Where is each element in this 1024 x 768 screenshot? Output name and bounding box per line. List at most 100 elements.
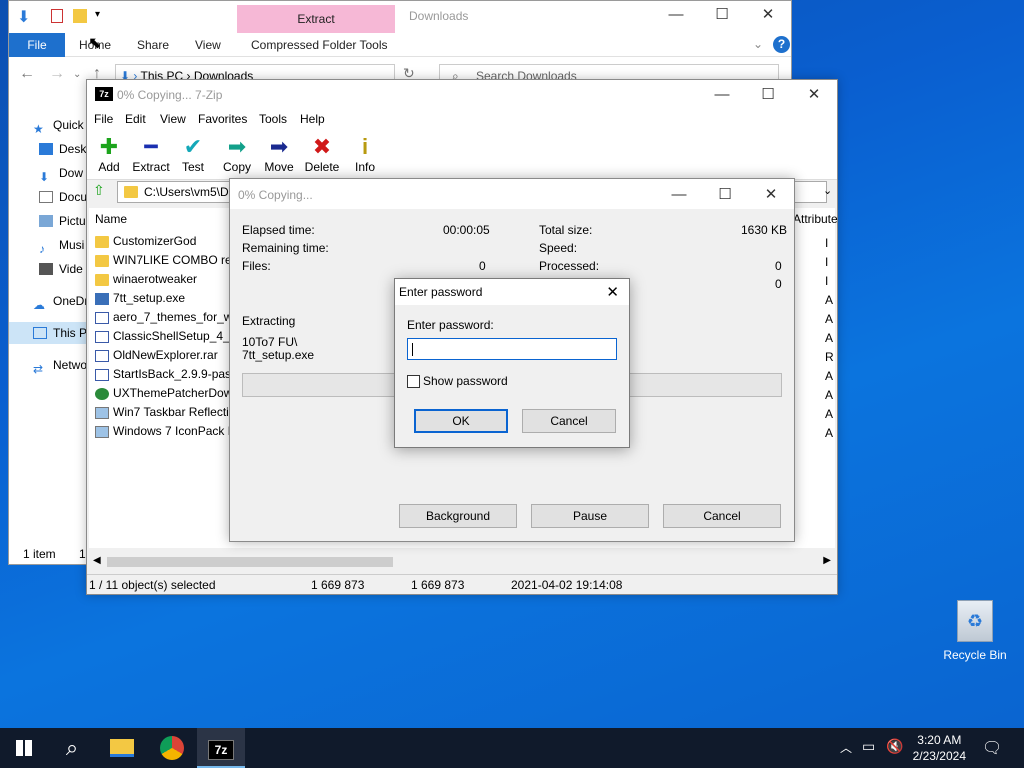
show-password-label[interactable]: Show password <box>423 374 508 388</box>
close-button[interactable]: ✕ <box>745 5 791 23</box>
file-row[interactable]: OldNewExplorer.rar <box>95 346 218 365</box>
nav-item-music[interactable]: ♪ Musi <box>39 235 84 256</box>
add-button[interactable]: ✚ Add <box>87 134 131 174</box>
cancel-copy-button[interactable]: Cancel <box>663 504 781 528</box>
properties-icon[interactable] <box>51 9 63 23</box>
password-label: Enter password: <box>407 318 494 332</box>
ok-button[interactable]: OK <box>414 409 508 433</box>
file-row[interactable]: StartIsBack_2.9.9-pass1 <box>95 365 244 384</box>
file-row[interactable]: CustomizerGod <box>95 232 196 251</box>
tab-file[interactable]: File <box>9 33 65 57</box>
chrome-taskbar-button[interactable] <box>148 728 196 768</box>
scroll-right-icon[interactable]: ▶ <box>823 555 831 566</box>
folder-icon <box>110 739 134 757</box>
help-icon[interactable]: ? <box>773 36 790 53</box>
file-name: Win7 Taskbar Reflection <box>113 405 243 419</box>
extracting-label: Extracting <box>242 314 296 328</box>
tool-label: Move <box>264 160 294 174</box>
tab-share[interactable]: Share <box>137 33 169 57</box>
file-row[interactable]: UXThemePatcherDown <box>95 384 239 403</box>
minus-icon: ━ <box>144 134 158 159</box>
nav-item-network[interactable]: ⇄ Netwo <box>33 355 87 376</box>
7zip-taskbar-button[interactable]: 7z <box>197 728 245 768</box>
network-tray-icon[interactable]: ▭ <box>862 738 875 755</box>
attr-cell: A <box>825 407 834 421</box>
back-arrow-icon[interactable]: ← <box>19 65 35 83</box>
ribbon-expand-icon[interactable]: ⌄ <box>753 37 763 51</box>
file-row[interactable]: Windows 7 IconPack B <box>95 422 236 441</box>
extract-path-file: 7tt_setup.exe <box>242 348 315 362</box>
scroll-left-icon[interactable]: ◀ <box>93 555 101 566</box>
recycle-bin-desktop-icon[interactable]: Recycle Bin <box>942 600 1008 662</box>
file-row[interactable]: Win7 Taskbar Reflection <box>95 403 242 422</box>
close-button[interactable]: ✕ <box>791 85 837 103</box>
column-header-name[interactable]: Name <box>95 212 127 226</box>
maximize-button[interactable]: ☐ <box>702 185 748 203</box>
cancel-button[interactable]: Cancel <box>522 409 616 433</box>
download-arrow-icon[interactable]: ⬇ <box>17 7 30 27</box>
file-name: Windows 7 IconPack B <box>113 424 236 438</box>
column-header-attributes[interactable]: Attribute <box>793 212 838 226</box>
menu-view[interactable]: View <box>160 112 186 126</box>
background-button[interactable]: Background <box>399 504 517 528</box>
globe-icon <box>95 387 109 400</box>
nav-label: Pictu <box>59 214 86 228</box>
info-button[interactable]: i Info <box>343 134 387 174</box>
scrollbar-thumb[interactable] <box>107 557 393 567</box>
file-row[interactable]: aero_7_themes_for_win <box>95 308 242 327</box>
notifications-icon[interactable]: 🗨 <box>982 738 1002 758</box>
delete-button[interactable]: ✖ Delete <box>300 134 344 174</box>
menu-tools[interactable]: Tools <box>259 112 287 126</box>
nav-item-downloads[interactable]: ⬇ Dow <box>39 163 83 184</box>
rar-icon <box>95 330 109 343</box>
tray-chevron-icon[interactable]: ︿ <box>840 739 852 756</box>
show-password-checkbox[interactable] <box>407 375 420 388</box>
tab-view[interactable]: View <box>195 33 221 57</box>
maximize-button[interactable]: ☐ <box>699 5 745 23</box>
path-dropdown-icon[interactable]: ⌄ <box>823 184 832 197</box>
nav-label: Quick <box>53 118 84 132</box>
close-icon[interactable]: ✕ <box>606 283 619 301</box>
file-row[interactable]: WIN7LIKE COMBO rev0 <box>95 251 244 270</box>
chrome-icon <box>160 736 184 760</box>
file-row[interactable]: 7tt_setup.exe <box>95 289 185 308</box>
file-explorer-taskbar-button[interactable] <box>98 728 146 768</box>
tab-compressed-folder-tools[interactable]: Compressed Folder Tools <box>251 33 388 57</box>
recent-dropdown-icon[interactable]: ⌄ <box>73 69 81 80</box>
volume-muted-icon[interactable]: 🔇 <box>886 738 903 755</box>
start-button[interactable] <box>0 728 48 768</box>
maximize-button[interactable]: ☐ <box>745 85 791 103</box>
horizontal-scrollbar[interactable]: ◀ ▶ <box>89 554 835 570</box>
password-input[interactable] <box>407 338 617 360</box>
quick-access-dropdown-icon[interactable]: ▾ <box>95 9 100 20</box>
file-row[interactable]: winaerotweaker <box>95 270 197 289</box>
nav-item-desktop[interactable]: Desk <box>39 139 86 159</box>
attr-cell: A <box>825 369 834 383</box>
extract-button[interactable]: ━ Extract <box>129 134 173 174</box>
nav-item-quick-access[interactable]: ★ Quick <box>33 115 84 136</box>
system-clock[interactable]: 3:20 AM 2/23/2024 <box>913 732 966 764</box>
up-folder-icon[interactable]: ⇧ <box>93 182 105 199</box>
nav-item-documents[interactable]: Docu <box>39 187 87 207</box>
search-taskbar-button[interactable]: ⌕ <box>48 728 96 768</box>
copy-button[interactable]: ➡ Copy <box>215 134 259 174</box>
pause-button[interactable]: Pause <box>531 504 649 528</box>
menu-favorites[interactable]: Favorites <box>198 112 247 126</box>
nav-item-pictures[interactable]: Pictu <box>39 211 86 231</box>
move-button[interactable]: ➡ Move <box>257 134 301 174</box>
nav-item-onedrive[interactable]: ☁ OneDr <box>33 291 88 312</box>
forward-arrow-icon[interactable]: → <box>49 65 65 83</box>
menu-file[interactable]: File <box>94 112 113 126</box>
file-row[interactable]: ClassicShellSetup_4_3_ <box>95 327 243 346</box>
minimize-button[interactable]: — <box>653 6 699 23</box>
close-button[interactable]: ✕ <box>748 185 794 203</box>
minimize-button[interactable]: — <box>699 86 745 103</box>
nav-item-this-pc[interactable]: This P <box>33 323 87 343</box>
menu-edit[interactable]: Edit <box>125 112 146 126</box>
nav-item-videos[interactable]: Vide <box>39 259 83 279</box>
cloud-icon: ☁ <box>33 298 45 312</box>
menu-help[interactable]: Help <box>300 112 325 126</box>
new-folder-icon[interactable] <box>73 9 87 23</box>
test-button[interactable]: ✔ Test <box>171 134 215 174</box>
minimize-button[interactable]: — <box>656 186 702 203</box>
